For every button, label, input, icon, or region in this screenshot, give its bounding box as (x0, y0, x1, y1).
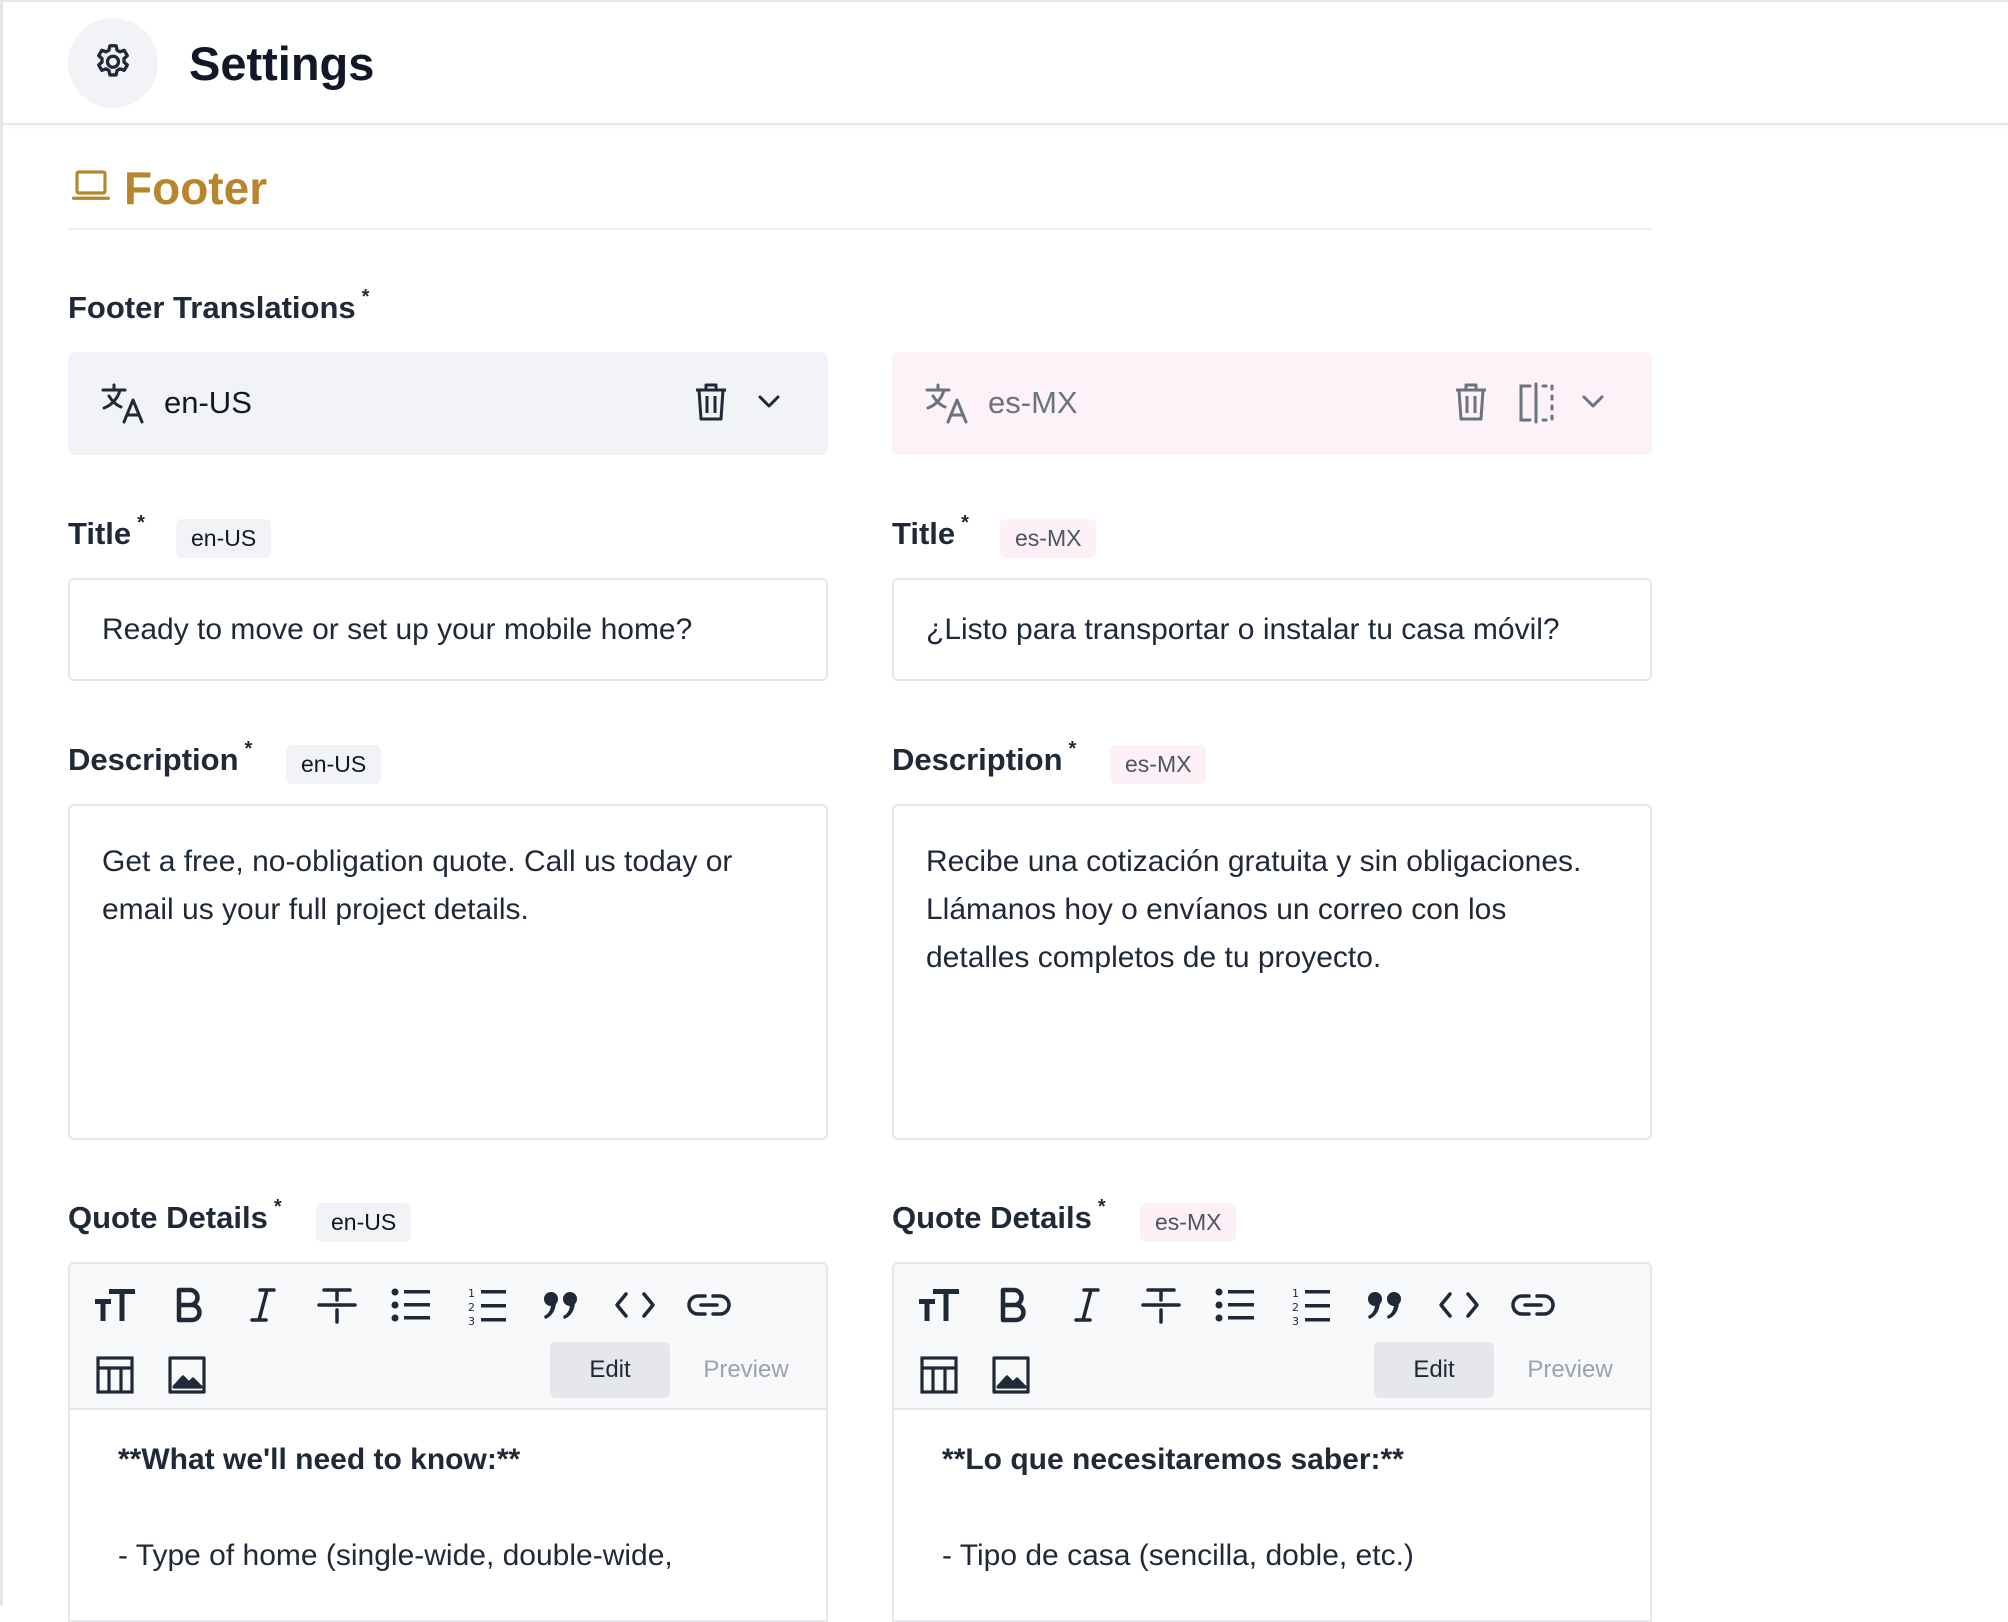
image-icon[interactable] (162, 1350, 212, 1400)
title-label-text: Title (68, 516, 132, 551)
trash-icon[interactable] (694, 382, 728, 422)
locale-tag-en-us: en-US (316, 1203, 412, 1242)
title-input-en[interactable]: Ready to move or set up your mobile home… (68, 578, 828, 681)
page-header: Settings (3, 2, 2008, 125)
page-title: Settings (189, 37, 375, 90)
translation-bar-en-us[interactable]: en-US (68, 352, 828, 455)
strikethrough-icon[interactable] (1136, 1280, 1186, 1330)
section-divider (68, 228, 1652, 230)
required-marker: * (273, 1196, 282, 1218)
translate-icon (924, 382, 970, 424)
tab-edit[interactable]: Edit (550, 1342, 670, 1398)
title-label-en: Title * (68, 512, 145, 552)
footer-translations-label: Footer Translations * (68, 286, 369, 326)
required-marker: * (1097, 1196, 1106, 1218)
svg-text:2: 2 (468, 1301, 475, 1314)
quote-details-label-text: Quote Details (68, 1200, 268, 1235)
quote-icon[interactable] (536, 1280, 586, 1330)
link-icon[interactable] (1508, 1280, 1558, 1330)
locale-tag-es-mx: es-MX (1000, 519, 1097, 558)
translation-bar-es-mx[interactable]: es-MX (892, 352, 1652, 455)
required-marker: * (1068, 738, 1077, 760)
strikethrough-icon[interactable] (312, 1280, 362, 1330)
laptop-icon (70, 165, 112, 212)
italic-icon[interactable] (238, 1280, 288, 1330)
markdown-editor-es[interactable]: 123 Edit Preview **Lo que necesitaremos … (892, 1262, 1652, 1622)
italic-icon[interactable] (1062, 1280, 1112, 1330)
editor-toolbar: 123 Edit Preview (70, 1264, 826, 1410)
chevron-down-icon[interactable] (756, 388, 782, 414)
svg-text:3: 3 (468, 1315, 475, 1325)
required-marker: * (137, 512, 145, 534)
quote-details-label-en: Quote Details * (68, 1196, 282, 1236)
bulleted-list-icon[interactable] (1210, 1280, 1260, 1330)
svg-text:1: 1 (1292, 1287, 1299, 1300)
text-size-icon[interactable] (914, 1280, 964, 1330)
description-label-es: Description * (892, 738, 1076, 778)
editor-content[interactable]: **What we'll need to know:** - Type of h… (118, 1436, 673, 1580)
title-input-es[interactable]: ¿Listo para transportar o instalar tu ca… (892, 578, 1652, 681)
locale-tag-en-us: en-US (176, 519, 272, 558)
trash-icon[interactable] (1454, 382, 1488, 422)
editor-list-line: - Tipo de casa (sencilla, doble, etc.) (942, 1539, 1414, 1572)
editor-content[interactable]: **Lo que necesitaremos saber:** - Tipo d… (942, 1436, 1414, 1580)
svg-text:2: 2 (1292, 1301, 1299, 1314)
table-icon[interactable] (90, 1350, 140, 1400)
window-left-border (0, 0, 3, 1606)
numbered-list-icon[interactable]: 123 (1286, 1280, 1336, 1330)
section-title-text: Footer (124, 162, 268, 214)
gear-icon[interactable] (68, 18, 158, 108)
tab-preview[interactable]: Preview (676, 1342, 816, 1398)
tab-edit[interactable]: Edit (1374, 1342, 1494, 1398)
required-marker: * (244, 738, 253, 760)
tab-preview[interactable]: Preview (1500, 1342, 1640, 1398)
required-marker: * (961, 512, 969, 534)
required-marker: * (361, 286, 370, 308)
editor-heading-line: **Lo que necesitaremos saber:** (942, 1443, 1404, 1476)
link-icon[interactable] (684, 1280, 734, 1330)
translation-locale: es-MX (988, 385, 1078, 420)
description-textarea-es[interactable]: Recibe una cotización gratuita y sin obl… (892, 804, 1652, 1140)
code-icon[interactable] (610, 1280, 660, 1330)
translate-icon (100, 382, 146, 424)
description-label-text: Description (68, 742, 239, 777)
svg-text:1: 1 (468, 1287, 475, 1300)
description-label-text: Description (892, 742, 1063, 777)
text-size-icon[interactable] (90, 1280, 140, 1330)
locale-tag-es-mx: es-MX (1110, 745, 1207, 784)
bold-icon[interactable] (988, 1280, 1038, 1330)
image-icon[interactable] (986, 1350, 1036, 1400)
numbered-list-icon[interactable]: 123 (462, 1280, 512, 1330)
editor-toolbar: 123 Edit Preview (894, 1264, 1650, 1410)
markdown-editor-en[interactable]: 123 Edit Preview **What we'll need to kn… (68, 1262, 828, 1622)
description-textarea-en[interactable]: Get a free, no-obligation quote. Call us… (68, 804, 828, 1140)
locale-tag-en-us: en-US (286, 745, 382, 784)
section-title: Footer (70, 158, 267, 218)
quote-icon[interactable] (1360, 1280, 1410, 1330)
bold-icon[interactable] (164, 1280, 214, 1330)
description-label-en: Description * (68, 738, 252, 778)
svg-text:3: 3 (1292, 1315, 1299, 1325)
chevron-down-icon[interactable] (1580, 388, 1606, 414)
editor-heading-line: **What we'll need to know:** (118, 1443, 521, 1476)
footer-translations-label-text: Footer Translations (68, 290, 356, 325)
quote-details-label-es: Quote Details * (892, 1196, 1106, 1236)
split-view-icon[interactable] (1516, 382, 1558, 424)
locale-tag-es-mx: es-MX (1140, 1203, 1237, 1242)
quote-details-label-text: Quote Details (892, 1200, 1092, 1235)
table-icon[interactable] (914, 1350, 964, 1400)
code-icon[interactable] (1434, 1280, 1484, 1330)
editor-list-line: - Type of home (single-wide, double-wide… (118, 1539, 673, 1572)
bulleted-list-icon[interactable] (386, 1280, 436, 1330)
title-label-text: Title (892, 516, 956, 551)
title-label-es: Title * (892, 512, 969, 552)
translation-locale: en-US (164, 385, 252, 420)
